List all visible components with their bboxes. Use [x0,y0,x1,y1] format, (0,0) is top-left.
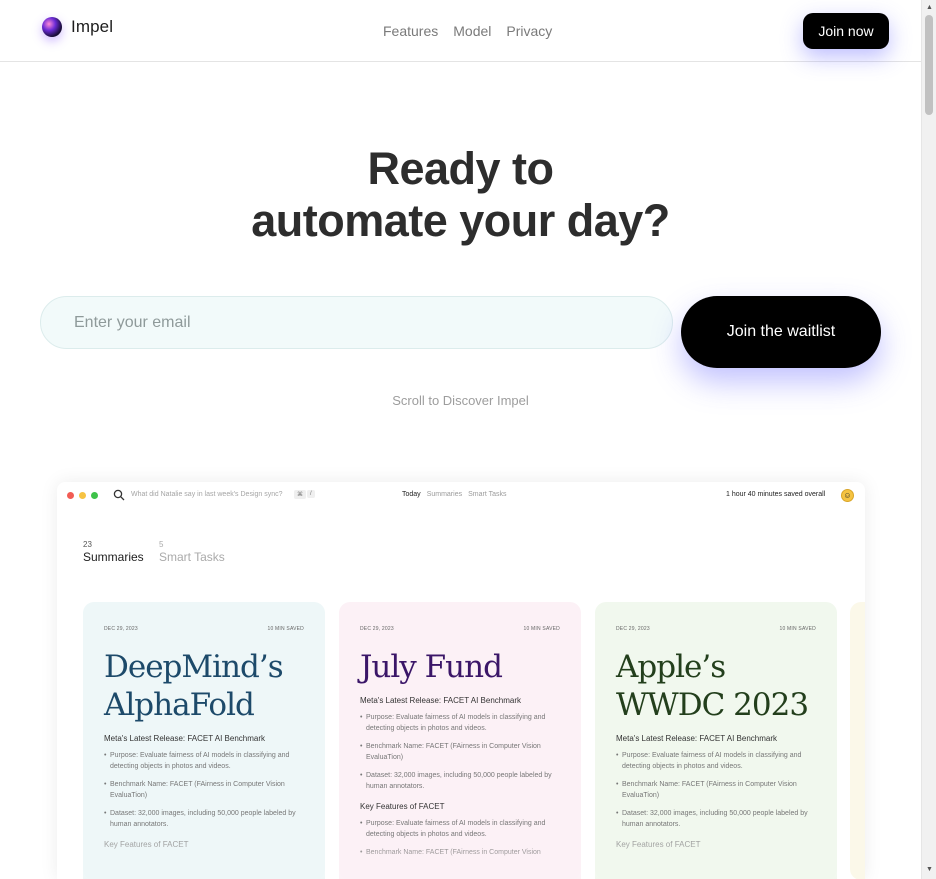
app-preview: What did Natalie say in last week's Desi… [57,482,865,879]
nav-link-features[interactable]: Features [383,23,438,39]
summary-card[interactable]: DEC 29, 2023 10 MIN SAVED July Fund Meta's … [339,602,581,879]
summaries-count: 23 [83,540,92,549]
card-title: Apple’s WWDC 2023 [616,649,809,723]
nav-link-privacy[interactable]: Privacy [506,23,552,39]
smart-tasks-label: Smart Tasks [159,550,225,564]
brand-logo-icon [42,17,62,37]
app-search-input[interactable]: What did Natalie say in last week's Desi… [131,491,283,498]
card-fade-overlay [595,840,837,879]
card-title: DeepMind’s AlphaFold [104,649,284,723]
join-now-button[interactable]: Join now [803,13,889,49]
card-subtitle: Meta's Latest Release: FACET AI Benchmar… [104,734,266,743]
minimize-dot-icon [79,492,86,499]
card-time-saved: 10 MIN SAVED [779,626,816,632]
scroll-up-arrow-icon[interactable]: ▲ [926,4,933,11]
shortcut-slash-key: / [307,490,315,498]
page-scrollbar[interactable]: ▲ ▼ [921,0,936,879]
brand-link[interactable]: Impel [42,17,113,37]
app-tabs: Today Summaries Smart Tasks [402,491,506,498]
tab-smart-tasks[interactable]: Smart Tasks [468,491,506,498]
close-dot-icon [67,492,74,499]
shortcut-cmd-key: ⌘ [294,490,306,499]
maximize-dot-icon [91,492,98,499]
card-bullet: Benchmark Name: FACET (FAirness in Compu… [104,779,304,801]
card-subtitle: Meta's Latest Release: FACET AI Benchmar… [616,734,778,743]
search-icon [113,489,125,501]
hero-title: Ready to automate your day? [0,143,921,247]
hero-title-line-2: automate your day? [251,195,670,246]
card-date: DEC 29, 2023 [104,626,138,632]
join-waitlist-button[interactable]: Join the waitlist [681,296,881,368]
summaries-count-tab[interactable]: 23 Summaries [83,540,144,564]
card-bullet: Purpose: Evaluate fairness of AI models … [104,750,304,772]
card-bullet-list: Purpose: Evaluate fairness of AI models … [616,750,816,830]
card-meta: DEC 29, 2023 10 MIN SAVED [616,626,816,632]
site-header: Impel Features Model Privacy Join now [0,0,921,62]
summary-card[interactable]: DEC 29, 2023 10 MIN SAVED DeepMind’s Alpha… [83,602,325,879]
card-subtitle-2: Key Features of FACET [360,802,445,811]
card-bullet: Dataset: 32,000 images, including 50,000… [360,770,560,792]
card-title: July Fund [360,649,503,685]
card-bullet-list: Purpose: Evaluate fairness of AI models … [104,750,304,830]
smart-tasks-count-tab[interactable]: 5 Smart Tasks [159,540,225,564]
card-date: DEC 29, 2023 [616,626,650,632]
summary-card-partial[interactable] [850,602,865,879]
card-bullet: Purpose: Evaluate fairness of AI models … [360,818,560,840]
avatar[interactable]: ☺ [841,489,854,502]
smart-tasks-count: 5 [159,540,164,549]
summaries-label: Summaries [83,550,144,564]
email-input[interactable] [40,296,673,349]
card-date: DEC 29, 2023 [360,626,394,632]
card-bullet: Dataset: 32,000 images, including 50,000… [616,808,816,830]
card-time-saved: 10 MIN SAVED [267,626,304,632]
card-fade-overlay [83,840,325,879]
time-saved-status: 1 hour 40 minutes saved overall [726,491,826,498]
card-bullet-list: Purpose: Evaluate fairness of AI models … [360,712,560,792]
card-bullet: Benchmark Name: FACET (FAirness in Compu… [616,779,816,801]
main-nav: Features Model Privacy [383,23,552,39]
nav-link-model[interactable]: Model [453,23,491,39]
tab-today[interactable]: Today [402,491,421,498]
window-controls [67,492,98,499]
hero-title-line-1: Ready to [367,143,554,194]
card-meta: DEC 29, 2023 10 MIN SAVED [104,626,304,632]
card-bullet: Dataset: 32,000 images, including 50,000… [104,808,304,830]
card-subtitle: Meta's Latest Release: FACET AI Benchmar… [360,696,522,705]
card-fade-overlay [339,840,581,879]
scroll-hint: Scroll to Discover Impel [392,393,529,408]
card-bullet: Purpose: Evaluate fairness of AI models … [616,750,816,772]
card-bullet: Purpose: Evaluate fairness of AI models … [360,712,560,734]
card-meta: DEC 29, 2023 10 MIN SAVED [360,626,560,632]
scroll-down-arrow-icon[interactable]: ▼ [926,866,933,873]
tab-summaries[interactable]: Summaries [427,491,462,498]
card-time-saved: 10 MIN SAVED [523,626,560,632]
card-bullet: Benchmark Name: FACET (FAirness in Compu… [360,741,560,763]
scroll-thumb[interactable] [925,15,933,115]
brand-name: Impel [71,17,114,36]
summary-card[interactable]: DEC 29, 2023 10 MIN SAVED Apple’s WWDC 202… [595,602,837,879]
